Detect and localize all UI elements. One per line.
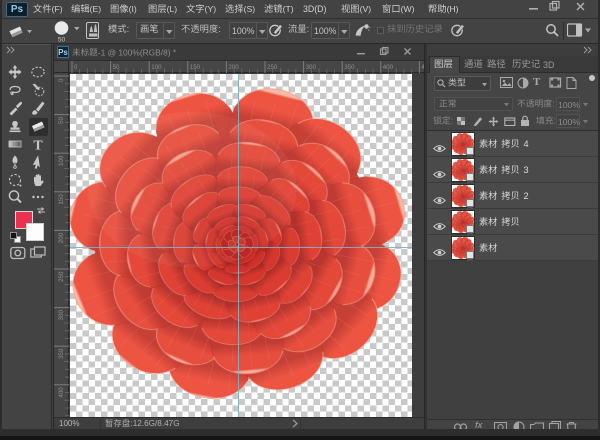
svg-text::: : <box>307 24 310 34</box>
svg-text:3: 3 <box>524 165 529 175</box>
svg-text::: : <box>552 99 554 109</box>
svg-text:0: 0 <box>74 64 78 71</box>
svg-text:350: 350 <box>58 348 65 359</box>
svg-text::: : <box>127 24 130 34</box>
svg-text:50: 50 <box>58 117 65 124</box>
svg-text:-1 @ 100%(RGB/8) *: -1 @ 100%(RGB/8) * <box>98 48 177 57</box>
svg-text:400: 400 <box>58 387 65 398</box>
svg-text:(W): (W) <box>401 4 415 14</box>
svg-text:T: T <box>33 139 43 153</box>
svg-text:(S): (S) <box>244 4 256 14</box>
svg-text:(F): (F) <box>52 4 63 14</box>
svg-text:(V): (V) <box>360 4 372 14</box>
svg-text:50: 50 <box>113 64 120 71</box>
svg-text:(Y): (Y) <box>205 4 217 14</box>
svg-text:450: 450 <box>421 64 424 71</box>
svg-text:150: 150 <box>58 194 65 205</box>
svg-text:0: 0 <box>58 78 65 82</box>
svg-text:2: 2 <box>524 191 529 201</box>
svg-text:(T): (T) <box>283 4 294 14</box>
svg-text:4: 4 <box>524 139 529 149</box>
svg-text:12.6G/8.47G: 12.6G/8.47G <box>133 419 180 428</box>
svg-text:(E): (E) <box>90 4 102 14</box>
svg-text:(L): (L) <box>167 4 178 14</box>
svg-text::: : <box>218 24 221 34</box>
svg-text:(H): (H) <box>447 4 459 14</box>
svg-text:250: 250 <box>58 271 65 282</box>
svg-text:(I): (I) <box>129 4 137 14</box>
svg-text:300: 300 <box>58 310 65 321</box>
svg-text:50: 50 <box>58 37 66 44</box>
svg-text:100: 100 <box>58 155 65 166</box>
svg-text::: : <box>451 116 453 126</box>
svg-text:200: 200 <box>58 232 65 243</box>
